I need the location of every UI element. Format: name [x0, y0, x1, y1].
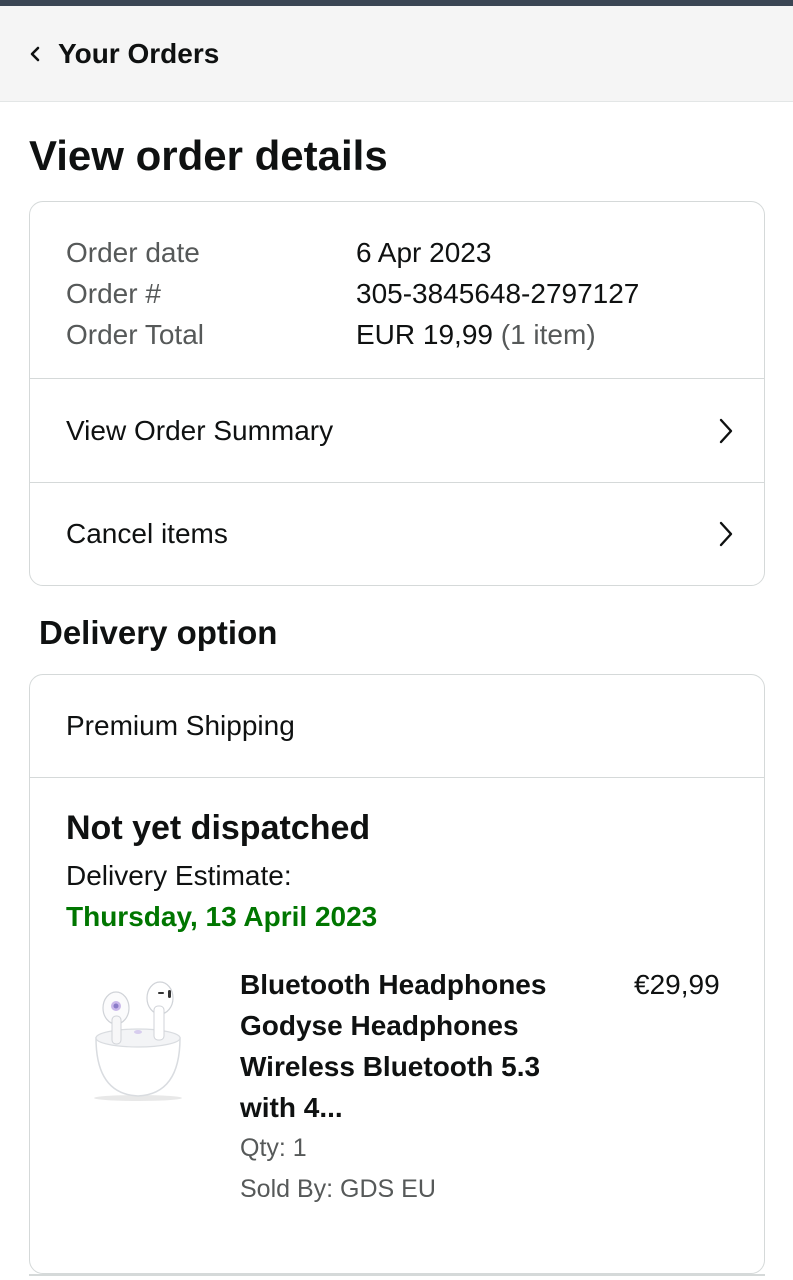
order-card: Order date 6 Apr 2023 Order # 305-384564… [29, 201, 765, 586]
order-info: Order date 6 Apr 2023 Order # 305-384564… [30, 202, 764, 379]
order-total-value: EUR 19,99 (1 item) [356, 319, 596, 351]
order-number-value: 305-3845648-2797127 [356, 277, 640, 309]
item-price: €29,99 [634, 969, 720, 1000]
order-number-row: Order # 305-3845648-2797127 [66, 273, 764, 314]
back-to-orders-link[interactable]: Your Orders [26, 38, 219, 70]
shipment-body: Not yet dispatched Delivery Estimate: Th… [30, 778, 764, 1234]
order-item: Bluetooth Headphones Godyse Headphones W… [66, 964, 764, 1234]
nav-bar: Your Orders [0, 6, 793, 102]
bottom-divider [29, 1274, 765, 1276]
chevron-right-icon [719, 521, 733, 547]
order-total-amount: EUR 19,99 [356, 318, 493, 350]
view-order-summary-link[interactable]: View Order Summary [30, 379, 764, 482]
order-date-value: 6 Apr 2023 [356, 236, 492, 268]
shipment-status: Not yet dispatched [66, 809, 371, 847]
order-total-items: (1 item) [500, 318, 596, 350]
shipping-method: Premium Shipping [30, 675, 764, 778]
order-total-label: Order Total [66, 318, 204, 350]
delivery-card: Premium Shipping Not yet dispatched Deli… [29, 674, 765, 1274]
chevron-right-icon [719, 418, 733, 443]
chevron-left-icon [30, 46, 40, 61]
earbuds-product-image[interactable] [88, 972, 188, 1102]
page-title: View order details [29, 132, 388, 179]
delivery-section-title: Delivery option [39, 614, 278, 651]
cancel-items-link[interactable]: Cancel items [30, 482, 764, 585]
cancel-items-label: Cancel items [66, 518, 228, 549]
back-label: Your Orders [58, 37, 220, 69]
order-date-row: Order date 6 Apr 2023 [66, 232, 764, 273]
order-total-row: Order Total EUR 19,99 (1 item) [66, 314, 764, 355]
product-title-link[interactable]: Bluetooth Headphones Godyse Headphones W… [240, 964, 580, 1128]
order-number-label: Order # [66, 277, 161, 309]
view-order-summary-label: View Order Summary [66, 414, 334, 446]
item-seller: Sold By: GDS EU [240, 1175, 436, 1203]
delivery-estimate-date: Thursday, 13 April 2023 [66, 901, 378, 932]
delivery-estimate-label: Delivery Estimate: [66, 860, 292, 891]
item-quantity: Qty: 1 [240, 1134, 307, 1162]
order-date-label: Order date [66, 236, 200, 268]
